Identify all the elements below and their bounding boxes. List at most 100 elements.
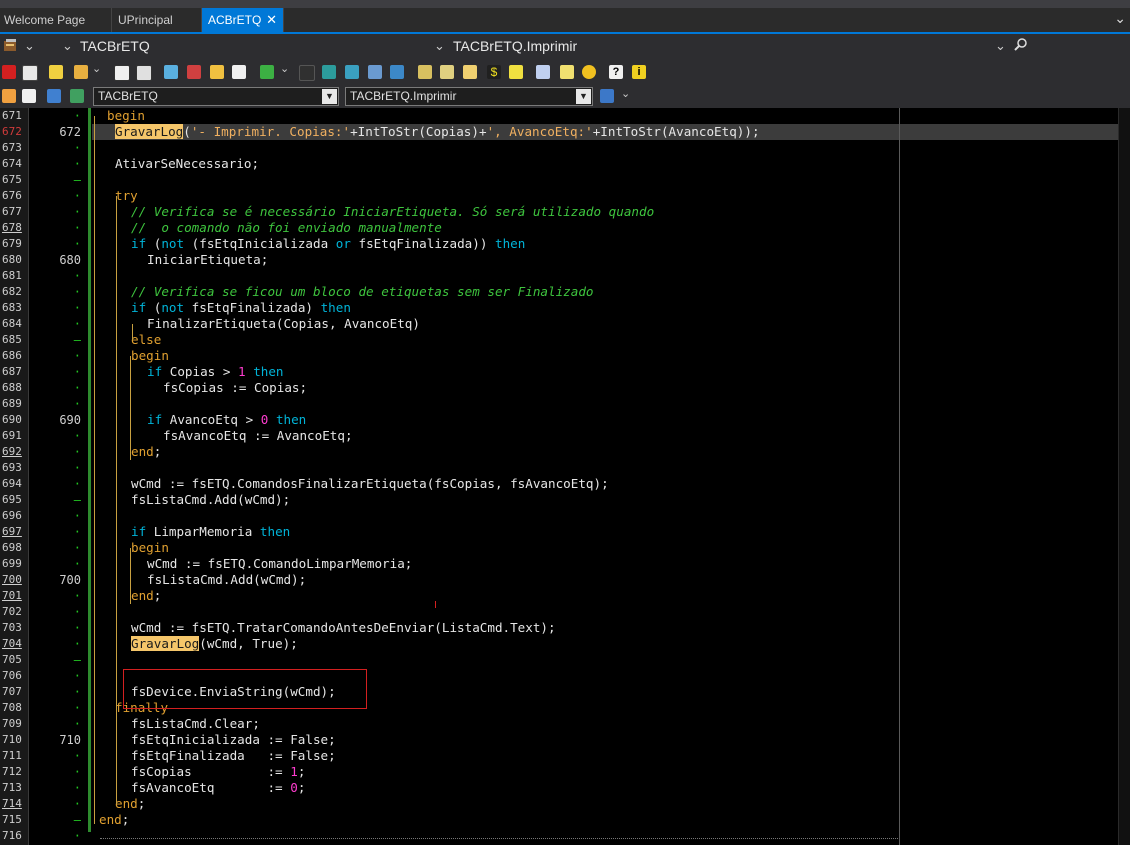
add-to-project-icon[interactable] xyxy=(164,65,178,79)
gutter-marker[interactable]: – xyxy=(29,812,81,828)
code-line[interactable] xyxy=(92,268,1125,284)
code-line[interactable]: wCmd := fsETQ.ComandoLimparMemoria; xyxy=(92,556,1130,572)
code-line[interactable]: // Verifica se é necessário IniciarEtiqu… xyxy=(92,204,1130,220)
gutter-marker[interactable]: · xyxy=(29,700,81,716)
gutter-marker[interactable]: · xyxy=(29,300,81,316)
code-line[interactable]: fsEtqInicializada := False; xyxy=(92,732,1130,748)
toggle-breakpoint-icon[interactable] xyxy=(418,65,432,79)
gutter-marker[interactable]: · xyxy=(29,348,81,364)
gutter-marker[interactable]: · xyxy=(29,764,81,780)
sync-icon[interactable] xyxy=(509,65,523,79)
code-line[interactable]: if Copias > 1 then xyxy=(92,364,1130,380)
format-icon[interactable]: $ xyxy=(487,65,501,79)
tab-uprincipal[interactable]: UPrincipal xyxy=(112,8,202,33)
gutter-marker[interactable]: · xyxy=(29,684,81,700)
gutter-marker[interactable]: · xyxy=(29,588,81,604)
code-line[interactable]: FinalizarEtiqueta(Copias, AvancoEtq) xyxy=(92,316,1130,332)
run-to-cursor-icon[interactable] xyxy=(368,65,382,79)
gutter-marker[interactable]: · xyxy=(29,604,81,620)
code-line[interactable] xyxy=(92,508,1125,524)
chevron-down-icon[interactable]: ⌄ xyxy=(995,38,1006,54)
gutter-marker[interactable]: · xyxy=(29,204,81,220)
gutter-line-number[interactable]: 690 xyxy=(29,412,81,428)
gutter-marker[interactable]: · xyxy=(29,284,81,300)
tab-acbretq[interactable]: ACBrETQ ✕ xyxy=(202,8,284,33)
gutter-marker[interactable]: · xyxy=(29,668,81,684)
chevron-down-icon[interactable]: ⌄ xyxy=(280,62,289,75)
code-line[interactable] xyxy=(92,652,1125,668)
code-line[interactable]: end; xyxy=(92,812,1125,828)
code-area[interactable]: begin GravarLog('- Imprimir. Copias:'+Int… xyxy=(92,108,1130,845)
gutter-line-number[interactable]: 680 xyxy=(29,252,81,268)
chevron-down-icon[interactable]: ⌄ xyxy=(1114,10,1126,27)
class-combo[interactable]: TACBrETQ ▼ xyxy=(93,87,339,106)
gutter-marker[interactable]: · xyxy=(29,268,81,284)
chevron-down-icon[interactable]: ⌄ xyxy=(434,38,445,54)
code-line[interactable]: // o comando não foi enviado manualmente xyxy=(92,220,1130,236)
gutter-marker[interactable]: · xyxy=(29,156,81,172)
class-name-label[interactable]: TACBrETQ xyxy=(80,38,150,54)
code-line[interactable] xyxy=(92,172,1125,188)
code-line[interactable]: fsCopias := Copias; xyxy=(92,380,1130,396)
dropdown-arrow-icon[interactable]: ▼ xyxy=(576,89,591,104)
help-icon[interactable]: ? xyxy=(609,65,623,79)
gutter-marker[interactable]: · xyxy=(29,828,81,844)
method-combo[interactable]: TACBrETQ.Imprimir ▼ xyxy=(345,87,593,106)
gutter-marker[interactable]: · xyxy=(29,108,81,124)
gutter-marker[interactable]: · xyxy=(29,396,81,412)
code-line[interactable]: begin xyxy=(92,540,1130,556)
code-line[interactable] xyxy=(92,828,1125,844)
info-icon[interactable]: i xyxy=(632,65,646,79)
gutter-marker[interactable]: · xyxy=(29,716,81,732)
view-unit-icon[interactable] xyxy=(22,89,36,103)
gutter-marker[interactable]: · xyxy=(29,444,81,460)
chevron-down-icon[interactable]: ⌄ xyxy=(92,62,101,75)
code-line[interactable]: IniciarEtiqueta; xyxy=(92,252,1130,268)
save-all-icon[interactable] xyxy=(136,65,152,81)
gutter-marker[interactable]: · xyxy=(29,364,81,380)
code-line[interactable] xyxy=(92,460,1125,476)
gutter-marker[interactable]: · xyxy=(29,780,81,796)
dropdown-arrow-icon[interactable]: ▼ xyxy=(322,89,337,104)
chevron-down-icon[interactable]: ⌄ xyxy=(621,87,630,100)
gutter-marker[interactable]: · xyxy=(29,236,81,252)
structure-icon[interactable] xyxy=(3,38,18,53)
trace-into-icon[interactable] xyxy=(345,65,359,79)
method-name-label[interactable]: TACBrETQ.Imprimir xyxy=(453,38,577,54)
run-icon[interactable] xyxy=(260,65,274,79)
code-line[interactable]: begin xyxy=(92,108,1130,124)
code-line[interactable]: fsListaCmd.Add(wCmd); xyxy=(92,492,1130,508)
gutter-marker[interactable]: · xyxy=(29,380,81,396)
show-execution-point-icon[interactable] xyxy=(390,65,404,79)
code-line[interactable]: GravarLog(wCmd, True); xyxy=(92,636,1130,652)
open-project-icon[interactable] xyxy=(210,65,224,79)
pause-icon[interactable] xyxy=(299,65,315,81)
step-over-icon[interactable] xyxy=(322,65,336,79)
gutter-marker[interactable]: · xyxy=(29,620,81,636)
gutter-marker[interactable]: · xyxy=(29,188,81,204)
code-line[interactable]: try xyxy=(92,188,1130,204)
breakpoint-gutter[interactable]: · 672 · · – · · · · 680 · · · · – · · · · 690 · · · · – · · · · 700 · ·… xyxy=(29,108,92,845)
gutter-marker[interactable]: – xyxy=(29,652,81,668)
code-line[interactable] xyxy=(92,396,1125,412)
gutter-line-number[interactable]: 700 xyxy=(29,572,81,588)
code-line[interactable]: fsAvancoEtq := AvancoEtq; xyxy=(92,428,1130,444)
code-line[interactable]: if LimparMemoria then xyxy=(92,524,1130,540)
code-line[interactable]: if (not (fsEtqInicializada or fsEtqFinal… xyxy=(92,236,1130,252)
gutter-marker[interactable]: · xyxy=(29,556,81,572)
code-line[interactable]: end; xyxy=(92,796,1130,812)
code-line[interactable]: if (not fsEtqFinalizada) then xyxy=(92,300,1130,316)
gutter-marker[interactable]: · xyxy=(29,508,81,524)
watch-icon[interactable] xyxy=(463,65,477,79)
code-line[interactable]: if AvancoEtq > 0 then xyxy=(92,412,1130,428)
gear-icon[interactable] xyxy=(582,65,596,79)
code-line[interactable]: else xyxy=(92,332,1130,348)
implement-method-icon[interactable] xyxy=(70,89,84,103)
stop-icon[interactable] xyxy=(2,65,16,79)
remove-from-project-icon[interactable] xyxy=(187,65,201,79)
gutter-marker[interactable]: · xyxy=(29,748,81,764)
gutter-marker[interactable]: · xyxy=(29,636,81,652)
gutter-marker[interactable]: · xyxy=(29,524,81,540)
gutter-line-number[interactable]: 672 xyxy=(29,124,81,140)
gutter-marker[interactable]: · xyxy=(29,428,81,444)
